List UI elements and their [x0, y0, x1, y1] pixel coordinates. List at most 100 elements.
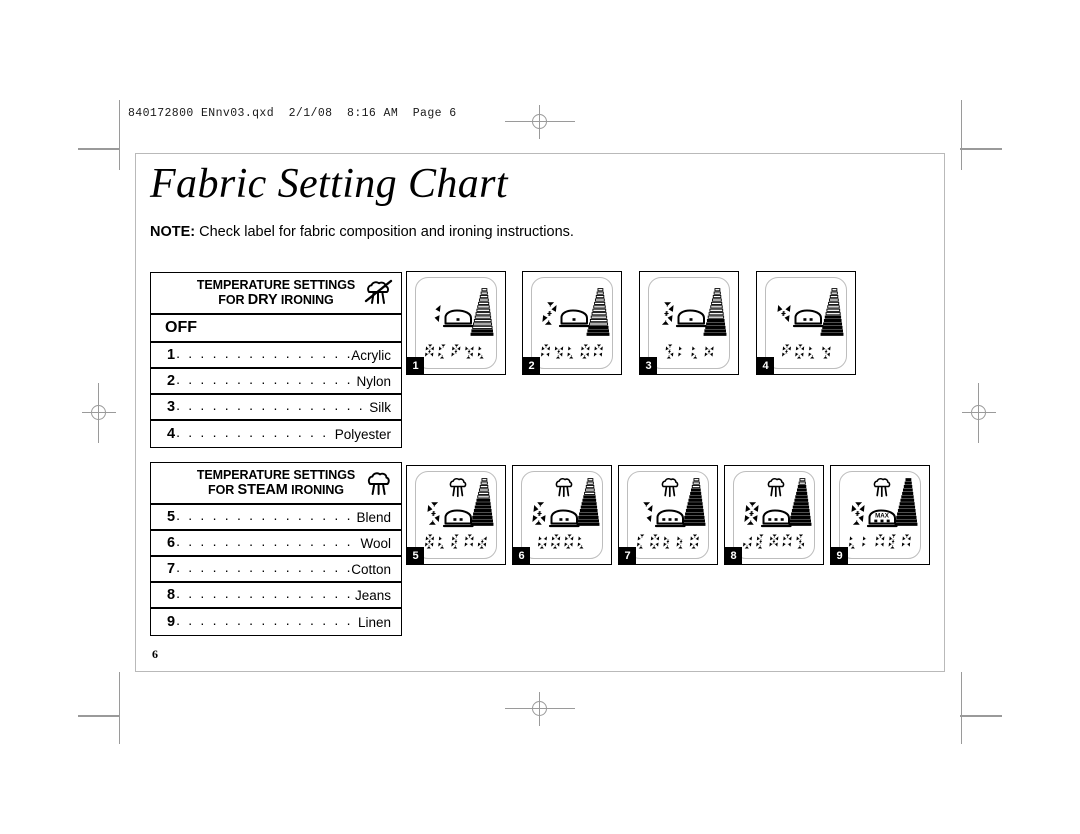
- panel-badge: 4: [757, 357, 774, 374]
- lcd-bar-graph: [819, 288, 845, 341]
- fabric-name: Acrylic: [351, 347, 391, 363]
- steam-header-post: IRONING: [287, 483, 344, 497]
- dry-header-post: IRONING: [277, 293, 334, 307]
- lcd-digit: [531, 500, 548, 532]
- lcd-steam-icon: [871, 476, 891, 503]
- table-row: 5 . . . . . . . . . . . . . . . . . . Bl…: [151, 505, 401, 532]
- dry-header-pre: FOR: [218, 293, 248, 307]
- fabric-name: Silk: [369, 399, 391, 415]
- setting-number: 3: [167, 399, 176, 416]
- svg-text:MAX: MAX: [875, 512, 890, 519]
- lcd-digit: [658, 300, 675, 332]
- lcd-steam-icon: [765, 476, 785, 503]
- lcd-panel-3: 3: [639, 271, 739, 375]
- lcd-panel-5: 5: [406, 465, 506, 565]
- setting-number: 9: [167, 614, 176, 631]
- registration-mark-left-middle: [82, 383, 116, 443]
- panel-badge: 9: [831, 547, 848, 564]
- dry-header-line2: FOR DRY IRONING: [197, 292, 355, 308]
- setting-number: 7: [167, 561, 176, 578]
- lcd-bar-graph: [893, 478, 919, 531]
- lcd-digit: [849, 500, 866, 532]
- page-title: Fabric Setting Chart: [150, 161, 508, 207]
- setting-number: 5: [167, 509, 176, 526]
- fabric-name: Jeans: [354, 587, 391, 603]
- registration-mark-top-center: [505, 105, 575, 139]
- lcd-bar-graph: [575, 478, 601, 531]
- dry-header-line1: TEMPERATURE SETTINGS: [196, 278, 356, 292]
- crop-mark-bottom-left-horizontal: [78, 715, 120, 717]
- off-row: OFF: [151, 315, 401, 344]
- lcd-panel-7: 7: [618, 465, 718, 565]
- steam-table-header: TEMPERATURE SETTINGS FOR STEAM IRONING: [151, 463, 401, 506]
- table-row: 3 . . . . . . . . . . . . . . . . . . Si…: [151, 395, 401, 422]
- dot-leader: . . . . . . . . . . . . . . . . . .: [176, 533, 359, 550]
- dry-header-strong: DRY: [247, 292, 278, 308]
- lcd-digit: [775, 300, 792, 332]
- crop-mark-bottom-left-vertical: [119, 672, 120, 744]
- crop-mark-bottom-right-vertical: [961, 672, 962, 744]
- table-row: 8 . . . . . . . . . . . . . . . . . . Je…: [151, 583, 401, 610]
- lcd-steam-icon: [659, 476, 679, 503]
- dot-leader: . . . . . . . . . . . . . . . . . .: [176, 424, 334, 441]
- dot-leader: . . . . . . . . . . . . . . . . . .: [176, 585, 354, 602]
- crop-mark-top-left-horizontal: [78, 148, 120, 150]
- lcd-bar-graph: [702, 288, 728, 341]
- lcd-digit: [425, 500, 442, 532]
- setting-number: 4: [167, 426, 176, 443]
- lcd-panel-6: 6: [512, 465, 612, 565]
- panel-badge: 2: [523, 357, 540, 374]
- setting-number: 6: [167, 535, 176, 552]
- lcd-steam-icon: [447, 476, 467, 503]
- dot-leader: . . . . . . . . . . . . . . . . . .: [176, 371, 355, 388]
- steam-header-line1: TEMPERATURE SETTINGS: [196, 468, 356, 482]
- no-steam-icon: [362, 279, 394, 307]
- setting-number: 1: [167, 347, 176, 364]
- table-row: 9 . . . . . . . . . . . . . . . . . . Li…: [151, 609, 401, 635]
- lcd-panel-4: 4: [756, 271, 856, 375]
- crop-mark-bottom-right-horizontal: [960, 715, 1002, 717]
- crop-mark-top-right-vertical: [961, 100, 962, 170]
- lcd-digit: [541, 300, 558, 332]
- panel-badge: 1: [407, 357, 424, 374]
- note-label: NOTE:: [150, 224, 196, 240]
- note-body: Check label for fabric composition and i…: [195, 224, 574, 240]
- panel-badge: 3: [640, 357, 657, 374]
- steam-puff-icon: [362, 469, 394, 497]
- steam-header-strong: STEAM: [237, 482, 288, 498]
- fabric-name: Cotton: [351, 561, 391, 577]
- steam-header-pre: FOR: [208, 483, 238, 497]
- registration-mark-bottom-center: [505, 692, 575, 726]
- dot-leader: . . . . . . . . . . . . . . . . . .: [176, 397, 369, 414]
- steam-header-line2: FOR STEAM IRONING: [197, 482, 355, 498]
- note-text: NOTE: Check label for fabric composition…: [150, 224, 574, 240]
- lcd-digit: [425, 300, 442, 332]
- steam-ironing-table: TEMPERATURE SETTINGS FOR STEAM IRONING 5…: [150, 462, 402, 637]
- registration-mark-right-middle: [962, 383, 996, 443]
- panel-badge: 7: [619, 547, 636, 564]
- lcd-bar-graph: [681, 478, 707, 531]
- dot-leader: . . . . . . . . . . . . . . . . . .: [176, 345, 350, 362]
- dry-table-header: TEMPERATURE SETTINGS FOR DRY IRONING: [151, 273, 401, 316]
- lcd-steam-icon: [553, 476, 573, 503]
- panel-badge: 8: [725, 547, 742, 564]
- table-row: 4 . . . . . . . . . . . . . . . . . . Po…: [151, 421, 401, 447]
- lcd-panel-9: MAX 9: [830, 465, 930, 565]
- slug-line: 840172800 ENnv03.qxd 2/1/08 8:16 AM Page…: [128, 107, 457, 120]
- fabric-name: Nylon: [356, 373, 391, 389]
- lcd-digit: [637, 500, 654, 532]
- lcd-bar-graph: [585, 288, 611, 341]
- panel-badge: 6: [513, 547, 530, 564]
- table-row: 2 . . . . . . . . . . . . . . . . . . Ny…: [151, 369, 401, 396]
- dot-leader: . . . . . . . . . . . . . . . . . .: [176, 612, 357, 629]
- lcd-panel-8: 8: [724, 465, 824, 565]
- dry-ironing-table: TEMPERATURE SETTINGS FOR DRY IRONING OFF…: [150, 272, 402, 449]
- page-number: 6: [152, 647, 158, 661]
- fabric-name: Wool: [360, 535, 391, 551]
- lcd-bar-graph: [469, 288, 495, 341]
- lcd-bar-graph: [469, 478, 495, 531]
- lcd-digit: [743, 500, 760, 532]
- dot-leader: . . . . . . . . . . . . . . . . . .: [176, 559, 350, 576]
- dot-leader: . . . . . . . . . . . . . . . . . .: [176, 507, 355, 524]
- setting-number: 8: [167, 587, 176, 604]
